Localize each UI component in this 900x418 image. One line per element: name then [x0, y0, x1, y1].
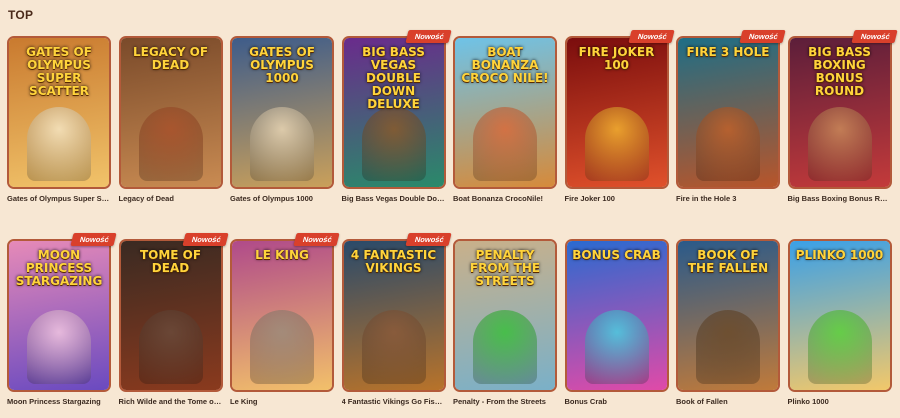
game-character-illustration [807, 107, 872, 181]
games-grid: Gates of Olympus Super Scatter Gates of O… [7, 30, 898, 418]
game-character-illustration [361, 107, 426, 181]
game-thumbnail[interactable]: 4 Fantastic Vikings [341, 239, 446, 392]
game-logo: Le King [255, 248, 309, 262]
game-card[interactable]: Bonus Crab Bonus Crab [564, 239, 669, 418]
game-title[interactable]: Penalty - From the Streets [453, 397, 557, 407]
new-badge: Nowość [293, 233, 340, 246]
game-title[interactable]: Fire in the Hole 3 [676, 194, 780, 204]
game-character-illustration [361, 310, 426, 384]
game-logo: Boat Bonanza Croco Nile! [461, 45, 549, 85]
game-logo: Fire 3 Hole [686, 45, 770, 59]
game-character-illustration [584, 107, 649, 181]
game-logo: 4 Fantastic Vikings [350, 248, 437, 275]
game-thumbnail[interactable]: Plinko 1000 [787, 239, 892, 392]
game-thumbnail[interactable]: Gates of Olympus 1000 [230, 36, 334, 189]
game-title[interactable]: Legacy of Dead [119, 194, 223, 204]
game-card[interactable]: 4 Fantastic Vikings Nowość 4 Fantastic Vik… [341, 233, 452, 418]
game-thumbnail[interactable]: Gates of Olympus Super Scatter [7, 36, 111, 189]
game-character-illustration [138, 310, 203, 384]
game-thumbnail[interactable]: Tome of Dead [118, 239, 223, 392]
game-thumbnail[interactable]: Fire Joker 100 [564, 36, 669, 189]
game-logo: Book of the Fallen [687, 248, 769, 275]
game-logo: Legacy of Dead [132, 45, 209, 72]
game-title[interactable]: 4 Fantastic Vikings Go Fishing [342, 397, 446, 407]
game-thumbnail[interactable]: Le King [230, 239, 334, 392]
game-thumbnail[interactable]: Book of the Fallen [676, 239, 780, 392]
new-badge: Nowość [628, 30, 675, 43]
game-title[interactable]: Rich Wilde and the Tome of D... [119, 397, 223, 407]
game-character-illustration [473, 310, 537, 384]
game-logo: Gates of Olympus 1000 [249, 45, 315, 85]
game-thumbnail[interactable]: Moon Princess Stargazing [7, 239, 111, 392]
game-character-illustration [807, 310, 872, 384]
game-title[interactable]: Book of Fallen [676, 397, 780, 407]
game-logo: Big Bass Boxing Bonus Round [808, 45, 871, 98]
game-title[interactable]: Gates of Olympus Super Scat... [7, 194, 111, 204]
game-card[interactable]: Boat Bonanza Croco Nile! Boat Bonanza Cro… [453, 36, 557, 215]
game-title[interactable]: Moon Princess Stargazing [7, 397, 111, 407]
section-title-top: TOP [8, 8, 34, 22]
game-logo: Plinko 1000 [795, 248, 884, 262]
game-character-illustration [696, 310, 760, 384]
game-character-illustration [250, 107, 314, 181]
game-character-illustration [696, 107, 760, 181]
game-card[interactable]: Fire Joker 100 Nowość Fire Joker 100 [564, 30, 675, 215]
game-title[interactable]: Fire Joker 100 [565, 194, 669, 204]
new-badge: Nowość [851, 30, 898, 43]
game-logo: Tome of Dead [139, 248, 202, 275]
game-character-illustration [27, 310, 91, 384]
game-title[interactable]: Le King [230, 397, 334, 407]
game-card[interactable]: Gates of Olympus Super Scatter Gates of O… [7, 36, 111, 215]
game-thumbnail[interactable]: Bonus Crab [564, 239, 669, 392]
game-logo: Fire Joker 100 [578, 45, 655, 72]
new-badge: Nowość [182, 233, 229, 246]
game-title[interactable]: Plinko 1000 [788, 397, 892, 407]
game-logo: Gates of Olympus Super Scatter [26, 45, 92, 98]
game-card[interactable]: Big Bass Vegas Double Down Deluxe Nowość B… [341, 30, 452, 215]
game-card[interactable]: Legacy of Dead Legacy of Dead [118, 36, 223, 215]
game-card[interactable]: Moon Princess Stargazing Nowość Moon Princ… [7, 233, 117, 418]
game-thumbnail[interactable]: Big Bass Boxing Bonus Round [787, 36, 892, 189]
game-logo: Big Bass Vegas Double Down Deluxe [362, 45, 425, 111]
game-title[interactable]: Boat Bonanza CrocoNile! [453, 194, 557, 204]
game-title[interactable]: Big Bass Boxing Bonus Round [788, 194, 892, 204]
game-logo: Bonus Crab [572, 248, 661, 262]
game-logo: Penalty from the streets [469, 248, 541, 288]
new-badge: Nowość [405, 233, 452, 246]
game-thumbnail[interactable]: Big Bass Vegas Double Down Deluxe [341, 36, 446, 189]
game-character-illustration [250, 310, 314, 384]
game-card[interactable]: Plinko 1000 Plinko 1000 [787, 239, 892, 418]
game-thumbnail[interactable]: Legacy of Dead [118, 36, 223, 189]
game-thumbnail[interactable]: Penalty from the streets [453, 239, 557, 392]
game-title[interactable]: Gates of Olympus 1000 [230, 194, 334, 204]
game-card[interactable]: Le King Nowość Le King [230, 233, 340, 418]
game-card[interactable]: Book of the Fallen Book of Fallen [676, 239, 780, 418]
game-card[interactable]: Penalty from the streets Penalty - From t… [453, 239, 557, 418]
game-character-illustration [138, 107, 203, 181]
game-card[interactable]: Tome of Dead Nowość Rich Wilde and the Tom… [118, 233, 229, 418]
game-card[interactable]: Gates of Olympus 1000 Gates of Olympus 10… [230, 36, 334, 215]
game-title[interactable]: Bonus Crab [565, 397, 669, 407]
game-card[interactable]: Big Bass Boxing Bonus Round Nowość Big Bas… [787, 30, 898, 215]
game-logo: Moon Princess Stargazing [15, 248, 103, 288]
game-character-illustration [27, 107, 91, 181]
game-character-illustration [473, 107, 537, 181]
game-thumbnail[interactable]: Boat Bonanza Croco Nile! [453, 36, 557, 189]
game-thumbnail[interactable]: Fire 3 Hole [676, 36, 780, 189]
new-badge: Nowość [739, 30, 786, 43]
game-character-illustration [584, 310, 649, 384]
new-badge: Nowość [405, 30, 452, 43]
game-title[interactable]: Big Bass Vegas Double Down ... [342, 194, 446, 204]
game-card[interactable]: Fire 3 Hole Nowość Fire in the Hole 3 [676, 30, 786, 215]
new-badge: Nowość [70, 233, 117, 246]
